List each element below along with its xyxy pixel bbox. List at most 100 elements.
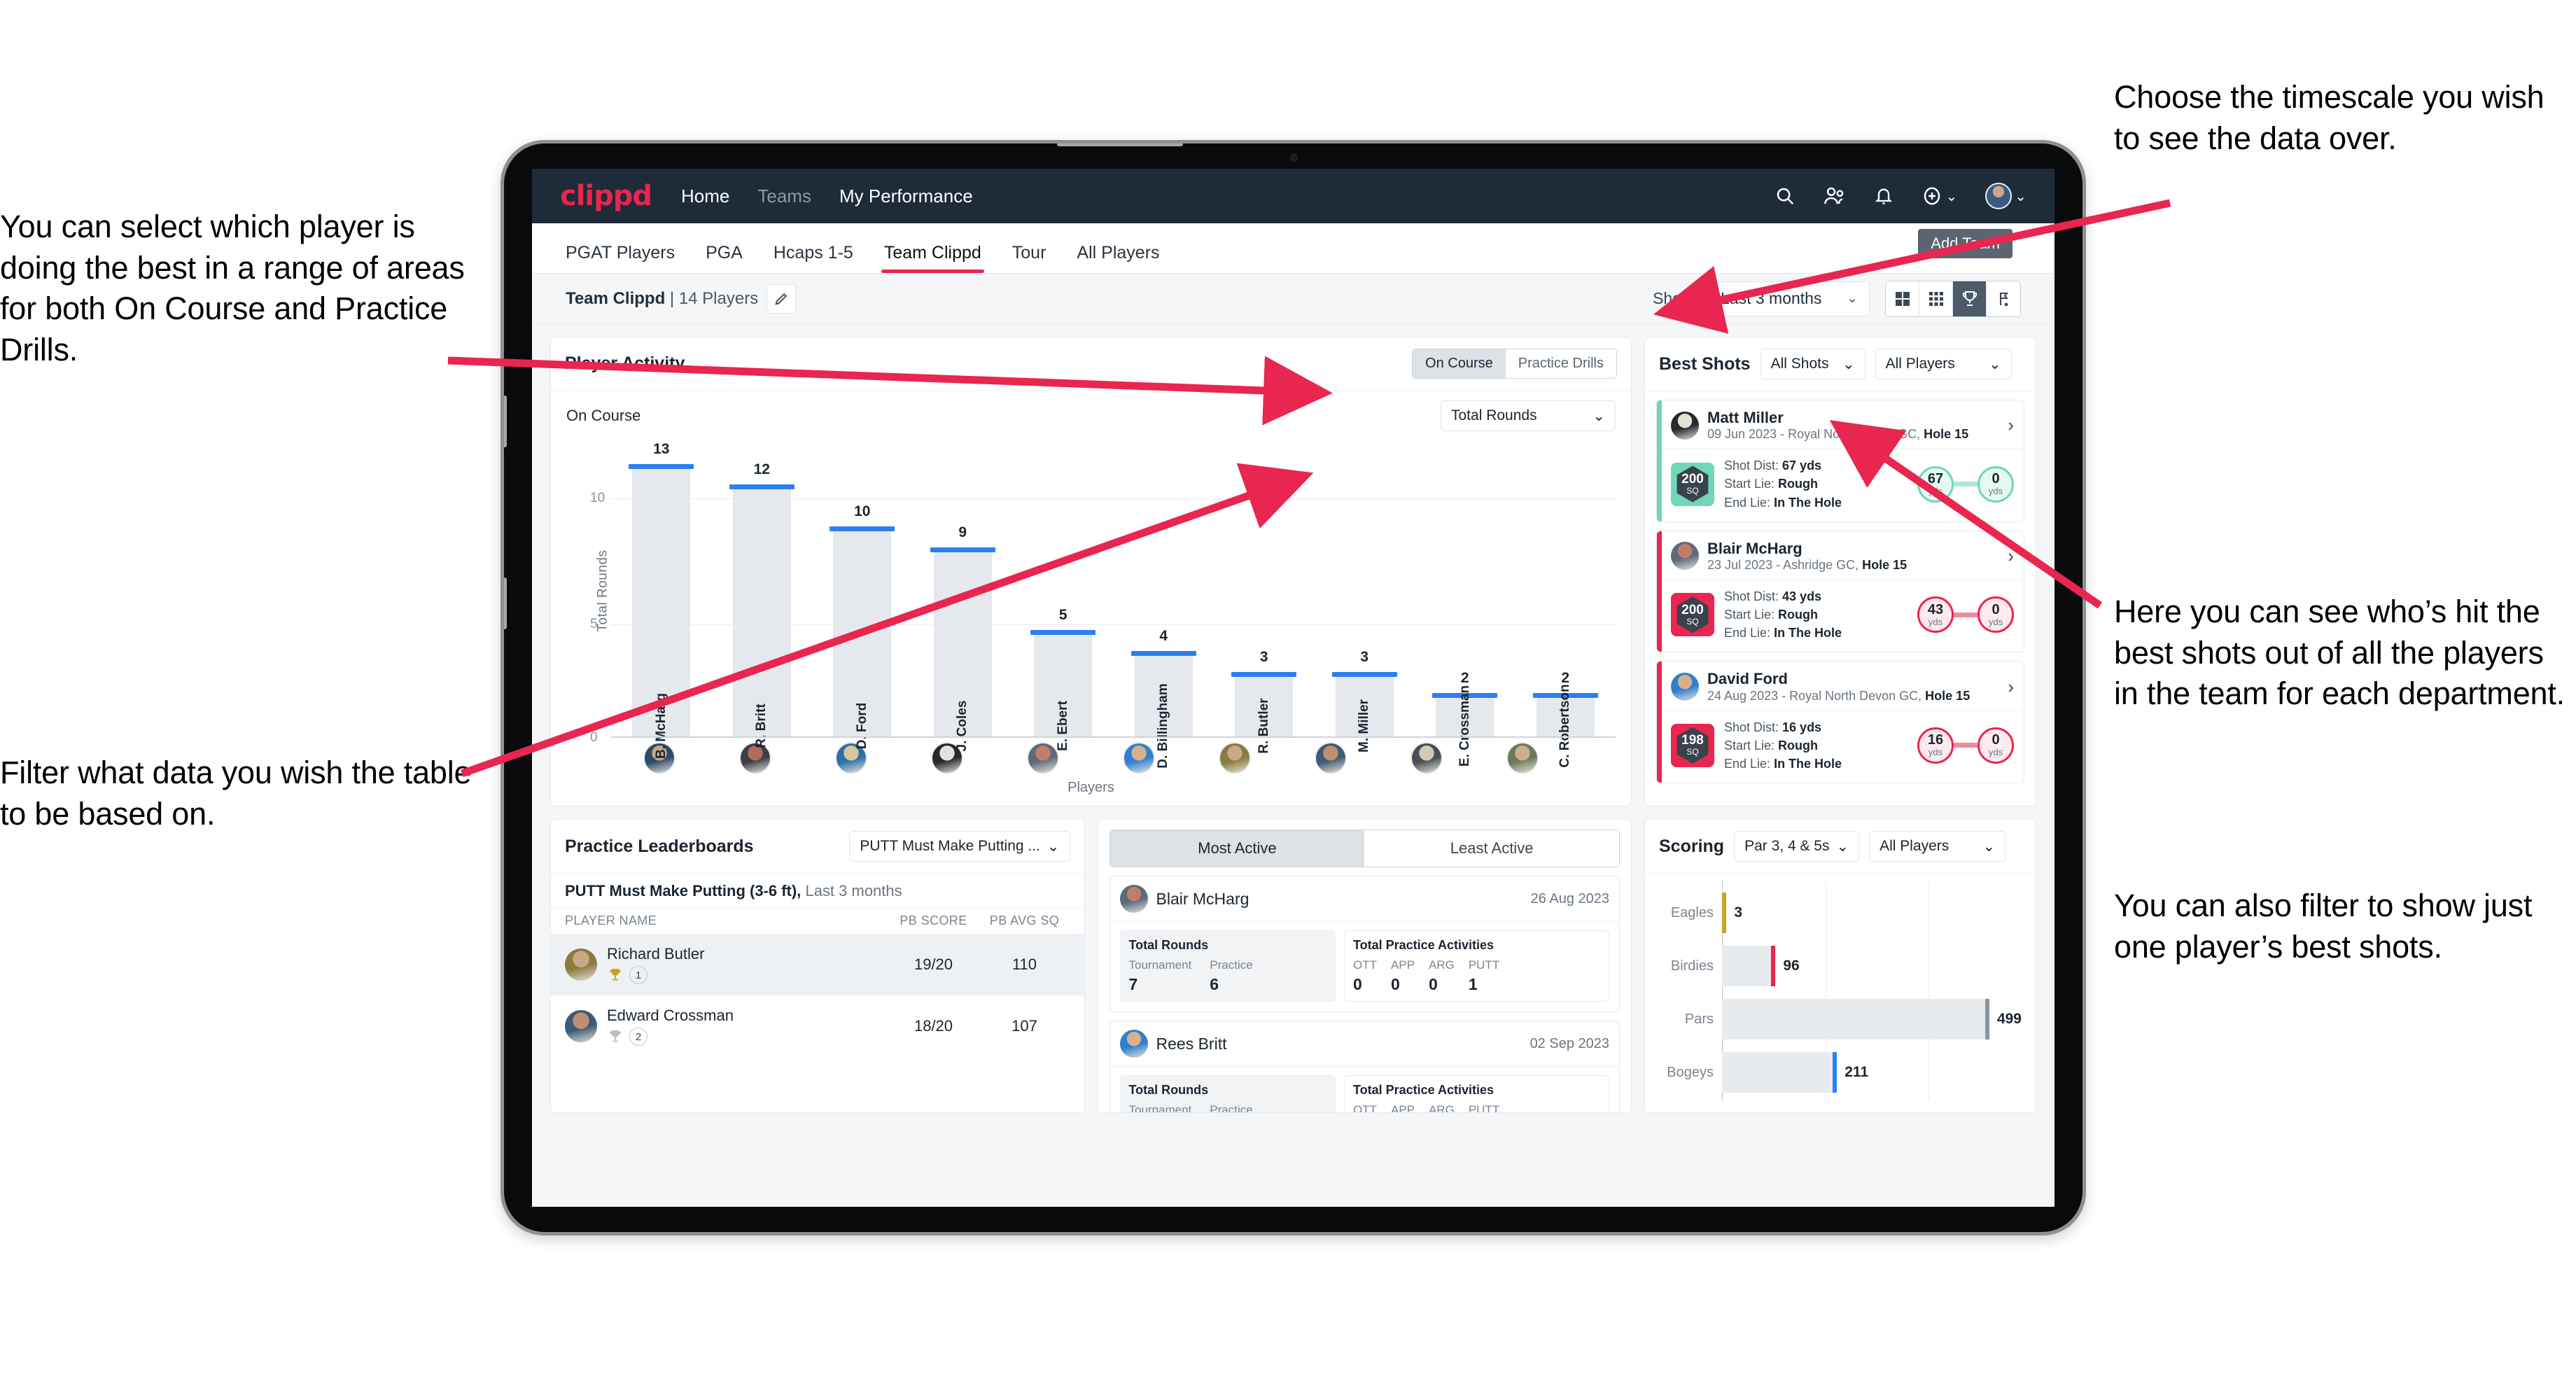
chevron-right-icon[interactable]: ›	[2008, 545, 2014, 567]
bar[interactable]: R. Butler	[1231, 671, 1297, 754]
best-shot-card[interactable]: David Ford 24 Aug 2023 - Royal North Devo…	[1656, 661, 2024, 784]
practice-metric: ARG0	[1428, 1103, 1455, 1113]
tab-most-active[interactable]: Most Active	[1110, 830, 1365, 867]
avatar	[1119, 885, 1148, 913]
scoring-track: 211	[1722, 1046, 2022, 1099]
tab-all-players[interactable]: All Players	[1077, 243, 1159, 273]
power-button[interactable]	[1057, 144, 1183, 146]
shot-end-distance: 0 yds	[1977, 727, 2014, 764]
bar-cap	[1030, 630, 1096, 636]
bar[interactable]: R. Britt	[729, 484, 794, 748]
front-camera-icon	[1289, 153, 1298, 162]
bar[interactable]: D. Ford	[830, 526, 895, 749]
practice-metric: OTT0	[1352, 958, 1377, 993]
column-header-player-name: PLAYER NAME	[565, 913, 657, 927]
shot-player-select[interactable]: All Players ⌄	[1875, 349, 2012, 379]
avatar[interactable]: ⌄	[1985, 183, 2026, 209]
flag-icon-button[interactable]	[1987, 281, 2020, 316]
edit-team-button[interactable]	[766, 284, 797, 314]
chevron-down-icon: ⌄	[1945, 188, 1958, 204]
practice-metric: ARG0	[1428, 958, 1455, 993]
leaderboard-rank: 1	[607, 966, 704, 984]
leaderboard-column-headers: PLAYER NAME PB SCORE PB AVG SQ	[551, 908, 1084, 934]
grid-large-icon-button[interactable]	[1886, 281, 1919, 316]
nav-link-home[interactable]: Home	[681, 186, 729, 207]
scoring-bar[interactable]	[1722, 1052, 1837, 1093]
bar-cap	[1130, 651, 1196, 657]
avatar[interactable]	[1410, 742, 1443, 774]
bar[interactable]: J. Coles	[930, 547, 995, 751]
shot-header: Blair McHarg 23 Jul 2023 - Ashridge GC, H…	[1657, 531, 2024, 580]
segment-practice-drills[interactable]: Practice Drills	[1505, 349, 1616, 378]
shot-end-distance: 0 yds	[1977, 596, 2014, 634]
leaderboard-row[interactable]: Richard Butler 1 19/20 110	[551, 934, 1084, 995]
bar[interactable]: E. Ebert	[1030, 630, 1096, 751]
best-shot-card[interactable]: Blair McHarg 23 Jul 2023 - Ashridge GC, H…	[1656, 530, 2024, 653]
bar-value-label: 4	[1159, 628, 1168, 645]
activity-player-card[interactable]: Rees Britt 02 Sep 2023 Total Rounds Tournam…	[1109, 1021, 1620, 1113]
rank-badge: 1	[629, 966, 648, 984]
timescale-select[interactable]: Last 3 months ⌄	[1709, 281, 1870, 316]
activity-list: Blair McHarg 26 Aug 2023 Total Rounds Tourn…	[1098, 876, 1632, 1113]
tab-team-clippd[interactable]: Team Clippd	[881, 243, 984, 273]
activity-player-card[interactable]: Blair McHarg 26 Aug 2023 Total Rounds Tourn…	[1109, 876, 1620, 1012]
tab-pgat-players[interactable]: PGAT Players	[566, 243, 675, 273]
bar-value-label: 5	[1058, 607, 1068, 624]
scoring-bar[interactable]	[1722, 892, 1727, 933]
clippd-logo[interactable]: clippd	[560, 180, 652, 212]
nav-link-my-performance[interactable]: My Performance	[839, 186, 973, 207]
chevron-right-icon[interactable]: ›	[2008, 414, 2014, 436]
best-shot-card[interactable]: Matt Miller 09 Jun 2023 - Royal North Dev…	[1656, 400, 2024, 522]
tab-tour[interactable]: Tour	[1012, 243, 1046, 273]
shot-type-select[interactable]: All Shots ⌄	[1760, 349, 1865, 379]
bar[interactable]: B. McHarg	[629, 463, 694, 759]
plus-circle-icon[interactable]: ⌄	[1921, 186, 1957, 206]
scoring-player-select[interactable]: All Players ⌄	[1869, 831, 2006, 862]
annotation-left-top: You can select which player is doing the…	[0, 209, 465, 368]
avatar[interactable]	[1219, 742, 1252, 774]
search-icon[interactable]	[1774, 186, 1795, 206]
nav-link-teams[interactable]: Teams	[757, 186, 811, 207]
shot-quality-badge: 200 SQ	[1671, 593, 1714, 637]
bell-icon[interactable]	[1874, 186, 1893, 206]
bar-chart-plot: Total Rounds 10 5 0 13 B. McHarg 12 R. Brit…	[566, 440, 1616, 769]
leaderboard-period: Last 3 months	[805, 882, 902, 899]
bar[interactable]: E. Crossman	[1432, 685, 1498, 766]
scoring-bar[interactable]	[1722, 946, 1776, 986]
volume-button-down[interactable]	[504, 578, 507, 629]
scoring-bar[interactable]	[1722, 999, 1989, 1040]
scoring-bar-tip	[1984, 999, 1989, 1040]
x-axis-label: Players	[1068, 780, 1114, 795]
segment-on-course[interactable]: On Course	[1413, 349, 1506, 378]
tab-pga[interactable]: PGA	[706, 243, 743, 273]
bar-cap	[830, 526, 895, 531]
y-tick-5: 5	[590, 617, 598, 632]
par-filter-select[interactable]: Par 3, 4 & 5s ⌄	[1734, 831, 1860, 862]
scoring-card: Scoring Par 3, 4 & 5s ⌄ All Players ⌄ Ea…	[1644, 819, 2036, 1113]
avatar[interactable]	[1315, 742, 1348, 774]
trophy-icon-button[interactable]	[1953, 281, 1987, 316]
bar[interactable]: M. Miller	[1331, 671, 1397, 752]
view-toggle-group	[1885, 280, 2021, 317]
avatar[interactable]	[1506, 742, 1539, 774]
grid-small-icon-button[interactable]	[1919, 281, 1953, 316]
annotation-right-bottom: You can also filter to show just one pla…	[2114, 888, 2533, 965]
chart-context-label: On Course	[566, 407, 641, 424]
tab-hcaps-1-5[interactable]: Hcaps 1-5	[774, 243, 853, 273]
bar[interactable]: D. Billingham	[1130, 651, 1196, 769]
avatar	[1119, 1030, 1148, 1058]
leaderboard-row[interactable]: Edward Crossman 2 18/20 107	[551, 995, 1084, 1057]
avatar[interactable]	[1123, 742, 1156, 774]
volume-button-up[interactable]	[504, 396, 507, 447]
bar[interactable]: C. Robertson	[1532, 684, 1598, 768]
tab-least-active[interactable]: Least Active	[1364, 830, 1619, 867]
chevron-right-icon[interactable]: ›	[2008, 676, 2014, 698]
drill-select[interactable]: PUTT Must Make Putting ... ⌄	[849, 831, 1070, 862]
people-icon[interactable]	[1823, 186, 1846, 206]
end-lie-line: End Lie: In The Hole	[1724, 756, 1842, 771]
avatar[interactable]	[1026, 742, 1059, 774]
metric-select[interactable]: Total Rounds ⌄	[1441, 400, 1616, 431]
avatar	[1671, 411, 1699, 440]
bar-value-label: 13	[653, 440, 670, 457]
chevron-down-icon: ⌄	[1847, 291, 1858, 306]
